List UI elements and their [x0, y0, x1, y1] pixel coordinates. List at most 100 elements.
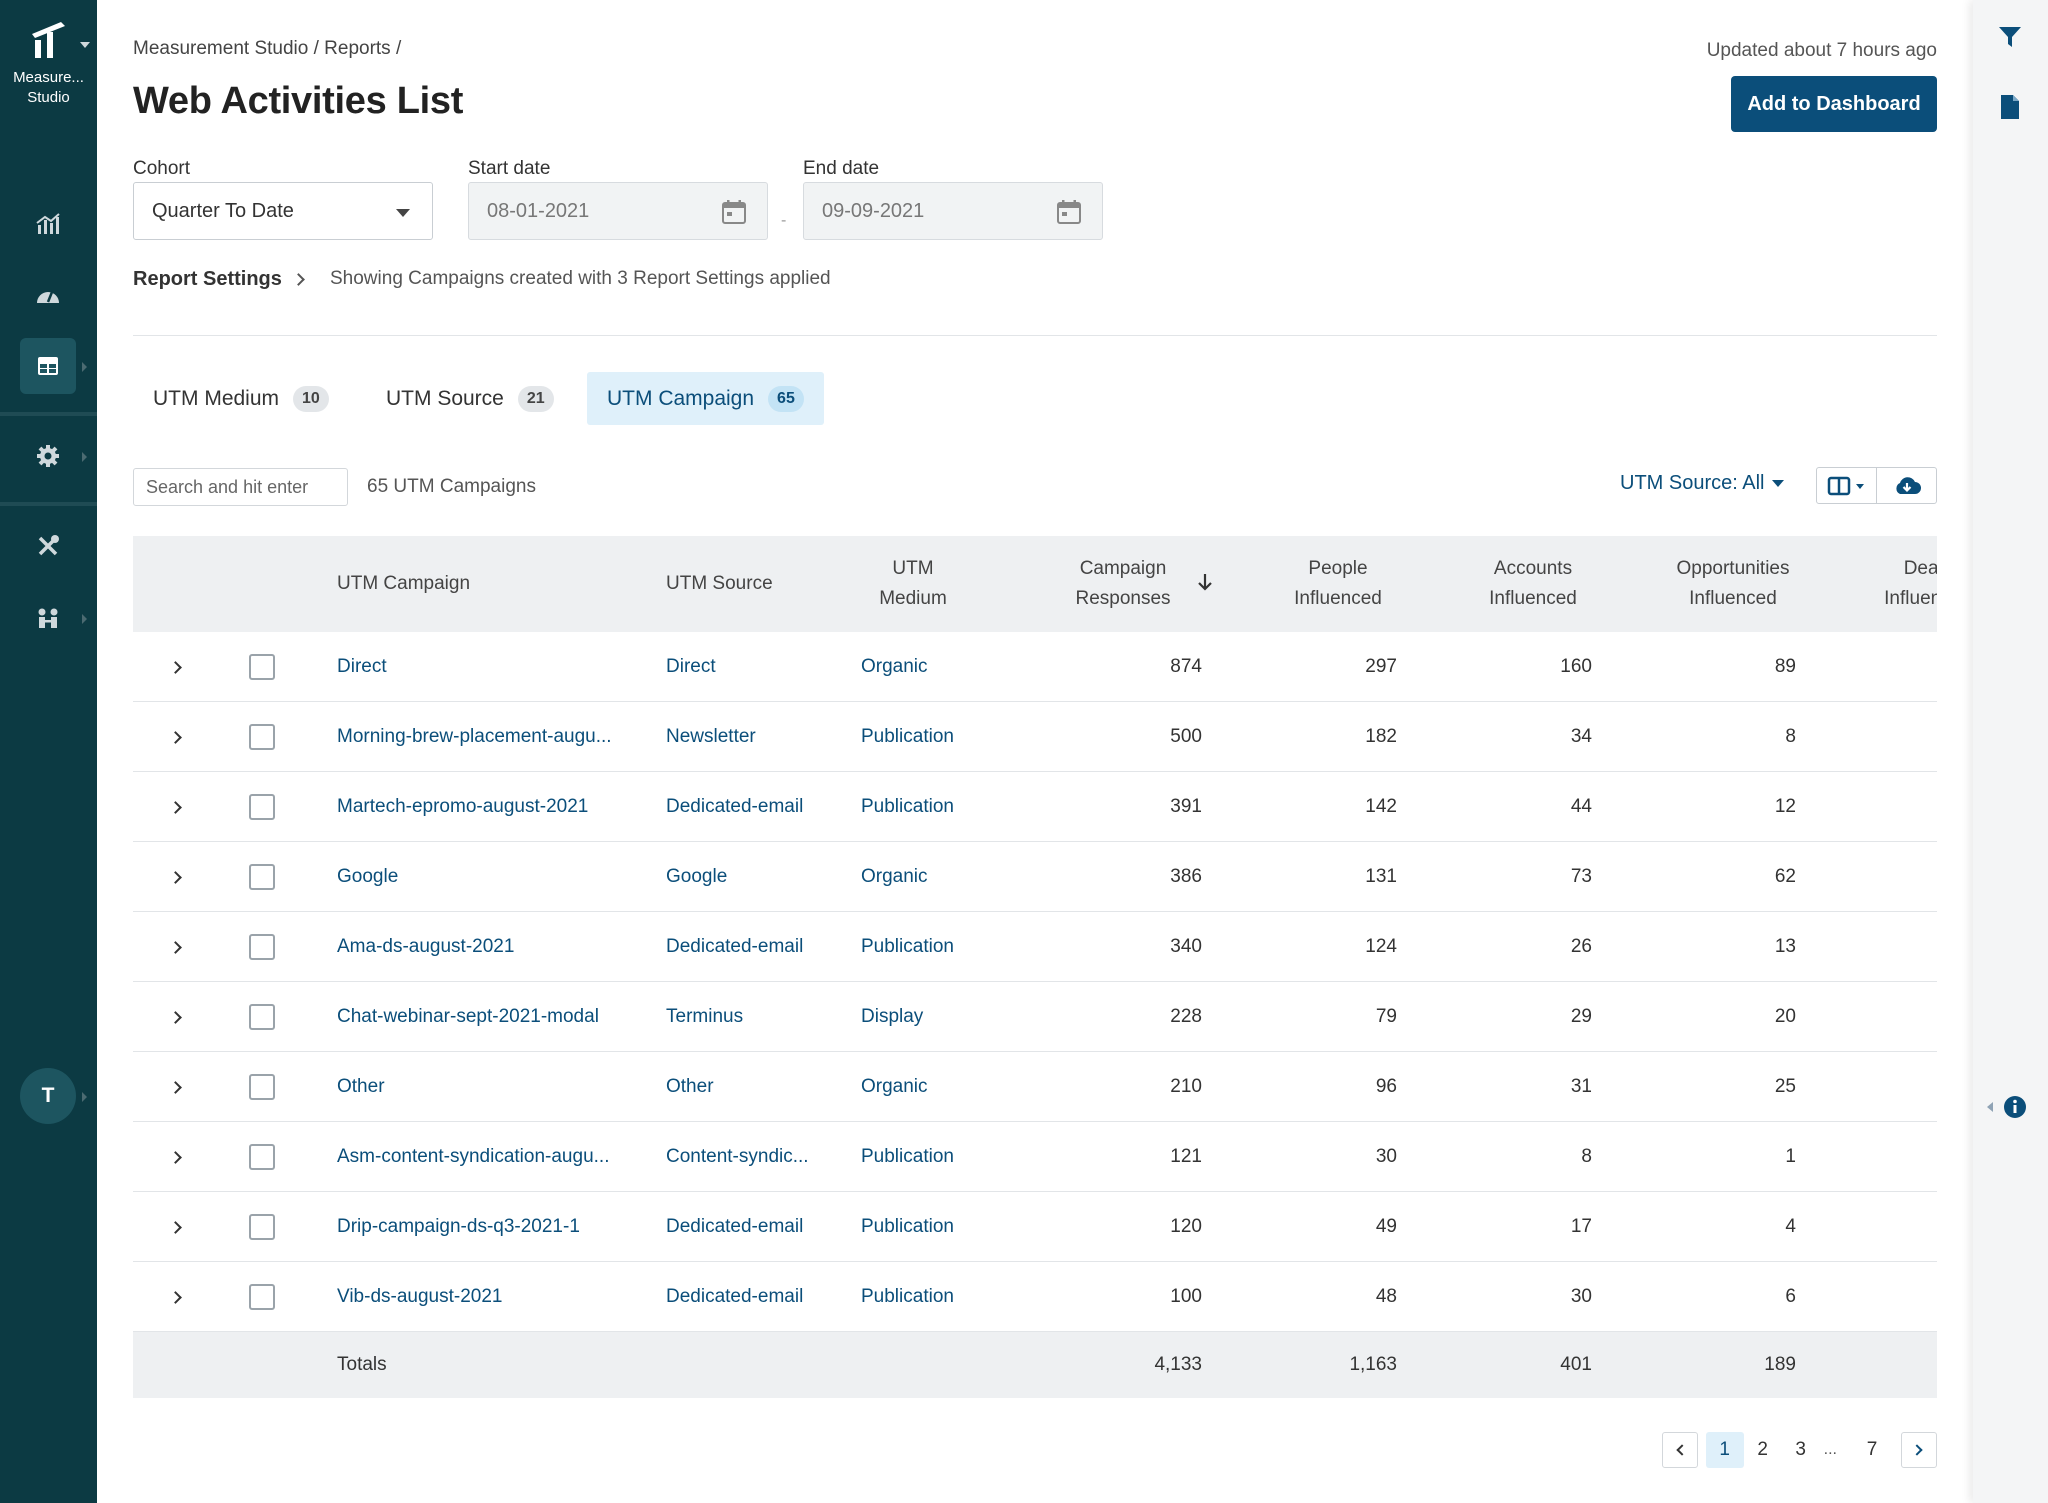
tab-label: UTM Source [386, 386, 504, 410]
utm-medium-link[interactable]: Display [861, 982, 923, 1052]
row-checkbox[interactable] [249, 654, 275, 680]
row-checkbox[interactable] [249, 1284, 275, 1310]
chevron-right-icon [82, 1092, 87, 1102]
table-icon [38, 357, 58, 375]
utm-medium-link[interactable]: Publication [861, 772, 954, 842]
utm-source-link[interactable]: Google [666, 842, 727, 912]
utm-medium-link[interactable]: Organic [861, 1052, 928, 1122]
column-header-deals-influenced[interactable]: DealsInfluenced [1853, 536, 1937, 632]
next-page-button[interactable] [1901, 1432, 1937, 1468]
page-7[interactable]: 7 [1853, 1432, 1891, 1468]
expand-row-chevron-icon[interactable] [169, 1291, 182, 1304]
utm-source-link[interactable]: Other [666, 1052, 714, 1122]
info-toggle[interactable] [1981, 1090, 2031, 1124]
utm-source-link[interactable]: Content-syndic... [666, 1122, 809, 1192]
utm-campaign-link[interactable]: Asm-content-syndication-augu... [337, 1122, 609, 1192]
expand-row-chevron-icon[interactable] [169, 1151, 182, 1164]
row-checkbox[interactable] [249, 1144, 275, 1170]
nav-reports[interactable] [20, 338, 76, 394]
calendar-icon[interactable] [1056, 199, 1082, 225]
row-checkbox[interactable] [249, 1004, 275, 1030]
utm-campaign-link[interactable]: Vib-ds-august-2021 [337, 1262, 502, 1332]
nav-users[interactable] [20, 590, 76, 646]
download-button[interactable] [1876, 468, 1936, 503]
expand-row-chevron-icon[interactable] [169, 871, 182, 884]
expand-row-chevron-icon[interactable] [169, 661, 182, 674]
utm-source-link[interactable]: Dedicated-email [666, 912, 803, 982]
start-date-field[interactable]: 08-01-2021 [468, 182, 768, 240]
utm-source-link[interactable]: Dedicated-email [666, 1262, 803, 1332]
tab-label: UTM Campaign [607, 386, 755, 410]
nav-settings[interactable] [20, 428, 76, 484]
report-settings-toggle[interactable]: Report Settings [133, 268, 305, 291]
utm-source-link[interactable]: Terminus [666, 982, 743, 1052]
previous-page-button[interactable] [1661, 1432, 1698, 1468]
page-2[interactable]: 2 [1744, 1432, 1782, 1468]
column-header-accounts-influenced[interactable]: Accounts Influenced [1448, 536, 1618, 632]
opportunities-influenced-value: 89 [1774, 656, 1796, 677]
tab-utm-source[interactable]: UTM Source 21 [366, 372, 574, 425]
row-checkbox[interactable] [249, 864, 275, 890]
utm-campaign-link[interactable]: Chat-webinar-sept-2021-modal [337, 982, 599, 1052]
row-checkbox[interactable] [249, 794, 275, 820]
utm-medium-link[interactable]: Organic [861, 632, 928, 702]
utm-source-link[interactable]: Direct [666, 632, 716, 702]
breadcrumb[interactable]: Measurement Studio / Reports / [133, 38, 401, 60]
utm-campaign-link[interactable]: Martech-epromo-august-2021 [337, 772, 588, 842]
utm-campaign-link[interactable]: Morning-brew-placement-augu... [337, 702, 612, 772]
row-checkbox[interactable] [249, 1074, 275, 1100]
column-header-utm-campaign[interactable]: UTM Campaign [337, 536, 470, 632]
table-row: Vib-ds-august-2021 Dedicated-email Publica… [133, 1262, 1937, 1332]
column-header-campaign-responses[interactable]: Campaign Responses [1033, 536, 1213, 632]
utm-campaign-link[interactable]: Google [337, 842, 398, 912]
app-switcher[interactable]: Measure... Studio [0, 18, 97, 108]
utm-medium-link[interactable]: Publication [861, 702, 954, 772]
row-checkbox[interactable] [249, 1214, 275, 1240]
nav-tools[interactable] [20, 518, 76, 574]
expand-row-chevron-icon[interactable] [169, 941, 182, 954]
end-date-field[interactable]: 09-09-2021 [803, 182, 1103, 240]
column-header-utm-medium[interactable]: UTM Medium [853, 536, 973, 632]
tab-utm-campaign[interactable]: UTM Campaign 65 [587, 372, 824, 425]
cohort-select[interactable]: Quarter To Date [133, 182, 433, 240]
column-header-opportunities-influenced[interactable]: Opportunities Influenced [1633, 536, 1833, 632]
utm-source-link[interactable]: Dedicated-email [666, 772, 803, 842]
totals-opportunities: 189 [1764, 1354, 1796, 1375]
utm-campaign-link[interactable]: Other [337, 1052, 385, 1122]
row-checkbox[interactable] [249, 934, 275, 960]
nav-dashboards[interactable] [20, 268, 76, 324]
add-to-dashboard-button[interactable]: Add to Dashboard [1731, 76, 1937, 132]
chevron-right-icon [82, 362, 87, 372]
utm-source-filter[interactable]: UTM Source: All [1620, 472, 1785, 495]
utm-medium-link[interactable]: Publication [861, 1192, 954, 1262]
user-avatar[interactable]: T [20, 1068, 76, 1124]
search-input[interactable] [133, 468, 348, 506]
row-checkbox[interactable] [249, 724, 275, 750]
notes-button[interactable] [1993, 90, 2027, 124]
nav-analytics[interactable] [20, 196, 76, 252]
columns-button[interactable] [1817, 468, 1876, 503]
utm-medium-link[interactable]: Publication [861, 1122, 954, 1192]
utm-source-link[interactable]: Newsletter [666, 702, 756, 772]
filter-button[interactable] [1993, 20, 2027, 54]
tab-utm-medium[interactable]: UTM Medium 10 [133, 372, 349, 425]
column-header-utm-source[interactable]: UTM Source [666, 536, 773, 632]
utm-campaign-link[interactable]: Ama-ds-august-2021 [337, 912, 514, 982]
expand-row-chevron-icon[interactable] [169, 1081, 182, 1094]
utm-source-link[interactable]: Dedicated-email [666, 1192, 803, 1262]
calendar-icon[interactable] [721, 199, 747, 225]
column-header-people-influenced[interactable]: People Influenced [1253, 536, 1423, 632]
utm-medium-link[interactable]: Organic [861, 842, 928, 912]
utm-campaign-link[interactable]: Drip-campaign-ds-q3-2021-1 [337, 1192, 580, 1262]
utm-medium-link[interactable]: Publication [861, 1262, 954, 1332]
page-3[interactable]: 3 [1782, 1432, 1820, 1468]
right-rail [1973, 0, 2048, 1503]
people-influenced-value: 124 [1365, 936, 1397, 957]
utm-campaign-link[interactable]: Direct [337, 632, 387, 702]
page-1[interactable]: 1 [1705, 1432, 1744, 1468]
expand-row-chevron-icon[interactable] [169, 1011, 182, 1024]
expand-row-chevron-icon[interactable] [169, 801, 182, 814]
expand-row-chevron-icon[interactable] [169, 1221, 182, 1234]
expand-row-chevron-icon[interactable] [169, 731, 182, 744]
utm-medium-link[interactable]: Publication [861, 912, 954, 982]
